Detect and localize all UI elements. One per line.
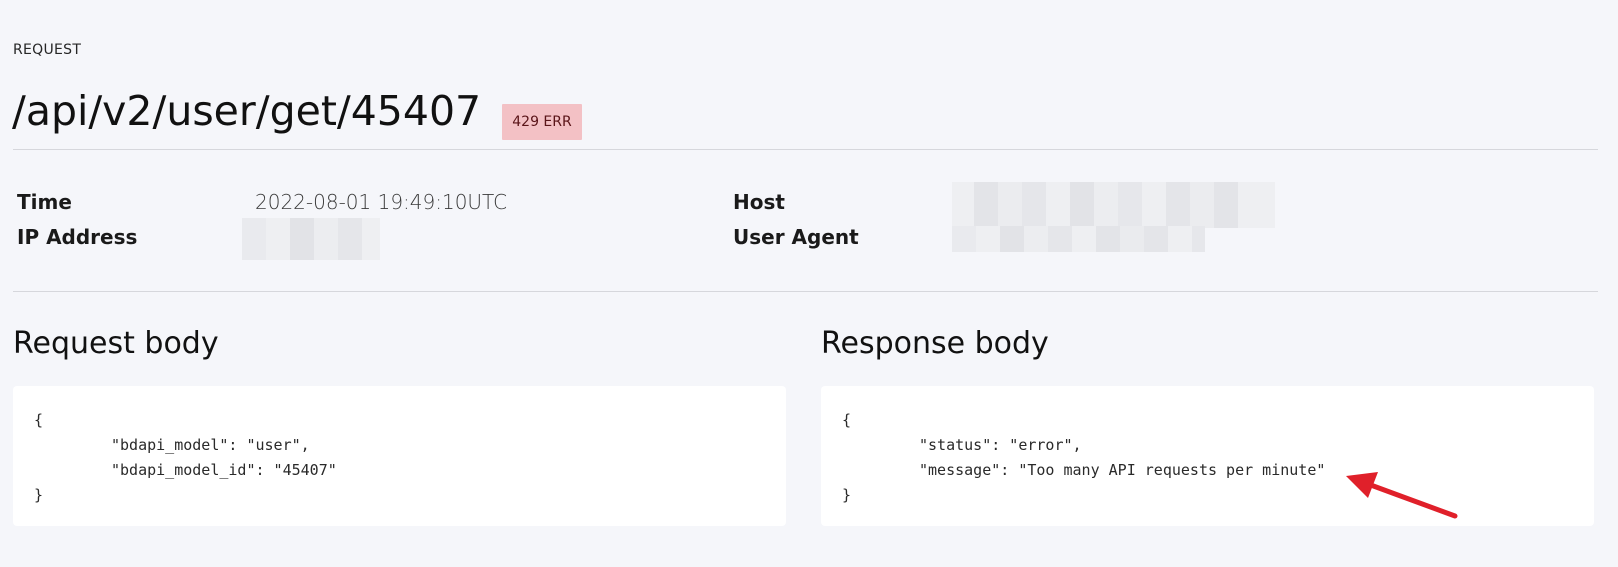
code-line: "status": "error", — [919, 436, 1082, 454]
code-line: "bdapi_model_id": "45407" — [111, 461, 337, 479]
ip-address-label: IP Address — [17, 225, 138, 249]
divider-middle — [13, 291, 1598, 292]
time-label: Time — [17, 190, 72, 214]
code-line: { — [842, 411, 852, 429]
time-value: 2022-08-01 19:49:10UTC — [255, 190, 508, 214]
request-body-code: { "bdapi_model": "user", "bdapi_model_id… — [13, 386, 786, 526]
code-line: } — [34, 486, 44, 504]
code-line: "bdapi_model": "user", — [111, 436, 310, 454]
code-line: } — [842, 486, 852, 504]
code-line: { — [34, 411, 44, 429]
user-agent-redacted — [952, 226, 1205, 252]
request-detail-page: REQUEST /api/v2/user/get/45407 429 ERR T… — [0, 0, 1618, 567]
ip-address-redacted — [242, 218, 380, 260]
host-label: Host — [733, 190, 785, 214]
page-title: /api/v2/user/get/45407 — [12, 87, 482, 135]
code-line: "message": "Too many API requests per mi… — [919, 461, 1326, 479]
section-eyebrow: REQUEST — [13, 42, 82, 58]
host-redacted — [952, 182, 1275, 228]
divider-top — [13, 149, 1598, 150]
status-badge: 429 ERR — [502, 104, 582, 140]
response-body-title: Response body — [821, 326, 1049, 361]
arrow-annotation-icon — [1346, 472, 1458, 519]
request-body-title: Request body — [13, 326, 219, 361]
response-body-code: { "status": "error", "message": "Too man… — [821, 386, 1594, 526]
user-agent-label: User Agent — [733, 225, 859, 249]
